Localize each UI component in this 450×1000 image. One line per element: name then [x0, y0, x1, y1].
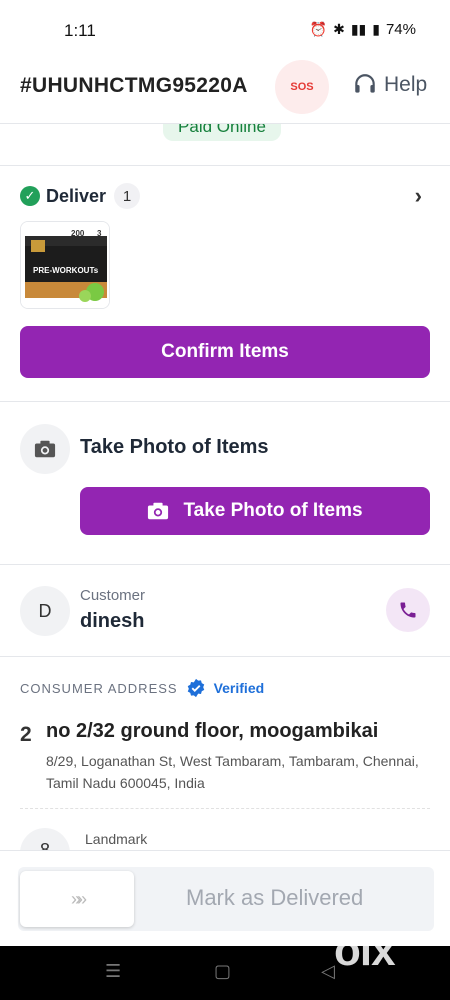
- status-time: 1:11: [64, 21, 96, 40]
- divider: [0, 564, 450, 565]
- deliver-items-row[interactable]: ✓ Deliver 1 ›: [20, 181, 430, 211]
- home-icon[interactable]: ▢: [214, 961, 231, 982]
- check-circle-icon: ✓: [20, 186, 40, 206]
- payment-status-badge: Paid Online: [163, 124, 281, 142]
- system-nav-bar: ☰ ▢ ◁ olx: [0, 926, 450, 1000]
- camera-icon: [34, 440, 56, 458]
- double-chevron-icon: »»: [70, 888, 87, 909]
- sos-label: SOS: [290, 81, 314, 93]
- product-thumbnail[interactable]: 200 PRE-WORKOUTs 3: [20, 221, 110, 309]
- customer-name: dinesh: [80, 610, 145, 632]
- deliver-label: Deliver: [46, 185, 107, 206]
- address-line-2: 8/29, Loganathan St, West Tambaram, Tamb…: [46, 753, 419, 791]
- phone-icon: [400, 602, 416, 618]
- camera-icon: [148, 502, 169, 520]
- alarm-icon: ⏰: [309, 21, 328, 37]
- verified-badge-icon: [187, 678, 204, 698]
- divider: [0, 165, 450, 166]
- customer-caption: Customer: [80, 587, 146, 604]
- payment-status-text: Paid Online: [163, 124, 281, 141]
- take-photo-title: Take Photo of Items: [80, 436, 269, 458]
- olx-watermark: olx: [334, 926, 396, 975]
- take-photo-button[interactable]: Take Photo of Items: [80, 487, 430, 535]
- address-heading: CONSUMER ADDRESS: [20, 680, 178, 696]
- item-count-badge: 1: [114, 183, 141, 209]
- mark-delivered-slider[interactable]: »» Mark as Delivered: [18, 867, 434, 931]
- status-icons: ⏰ ✱ ▮▮ ▮ 74%: [310, 21, 416, 38]
- status-bar: 1:11 ⏰ ✱ ▮▮ ▮ 74%: [0, 0, 450, 60]
- battery-percent: 74%: [385, 21, 416, 38]
- address-header: CONSUMER ADDRESS Verified: [20, 678, 264, 698]
- headset-icon: [355, 74, 375, 93]
- address-index: 2: [20, 723, 32, 746]
- help-button[interactable]: Help: [352, 72, 427, 98]
- help-label: Help: [384, 73, 428, 96]
- verified-label: Verified: [213, 680, 265, 696]
- landmark-label: Landmark: [85, 831, 148, 847]
- confirm-items-button[interactable]: Confirm Items: [20, 326, 430, 378]
- mark-delivered-label: Mark as Delivered: [186, 885, 364, 910]
- signal-icon: ▮▮: [350, 21, 367, 37]
- divider: [0, 401, 450, 402]
- order-id: #UHUNHCTMG95220A: [20, 74, 248, 97]
- camera-icon-circle: [20, 424, 70, 474]
- take-photo-button-label: Take Photo of Items: [183, 500, 363, 521]
- address-line-1: no 2/32 ground floor, moogambikai: [46, 720, 379, 742]
- product-side-tag: 3: [97, 229, 102, 238]
- dashed-divider: [20, 808, 430, 809]
- battery-icon: ▮: [372, 21, 380, 37]
- recent-apps-icon[interactable]: ☰: [105, 961, 121, 982]
- chevron-right-icon[interactable]: ›: [415, 183, 422, 209]
- customer-avatar: D: [20, 586, 70, 636]
- bluetooth-icon: ✱: [333, 21, 345, 37]
- divider: [0, 656, 450, 657]
- sos-button[interactable]: SOS: [275, 60, 329, 114]
- order-header: #UHUNHCTMG95220A SOS Help: [0, 60, 450, 124]
- slider-handle[interactable]: »»: [20, 871, 134, 927]
- call-customer-button[interactable]: [386, 588, 430, 632]
- product-size-tag: 200: [71, 229, 85, 238]
- product-name-tag: PRE-WORKOUTs: [33, 266, 99, 275]
- customer-initial: D: [38, 600, 52, 621]
- back-icon[interactable]: ◁: [321, 961, 335, 982]
